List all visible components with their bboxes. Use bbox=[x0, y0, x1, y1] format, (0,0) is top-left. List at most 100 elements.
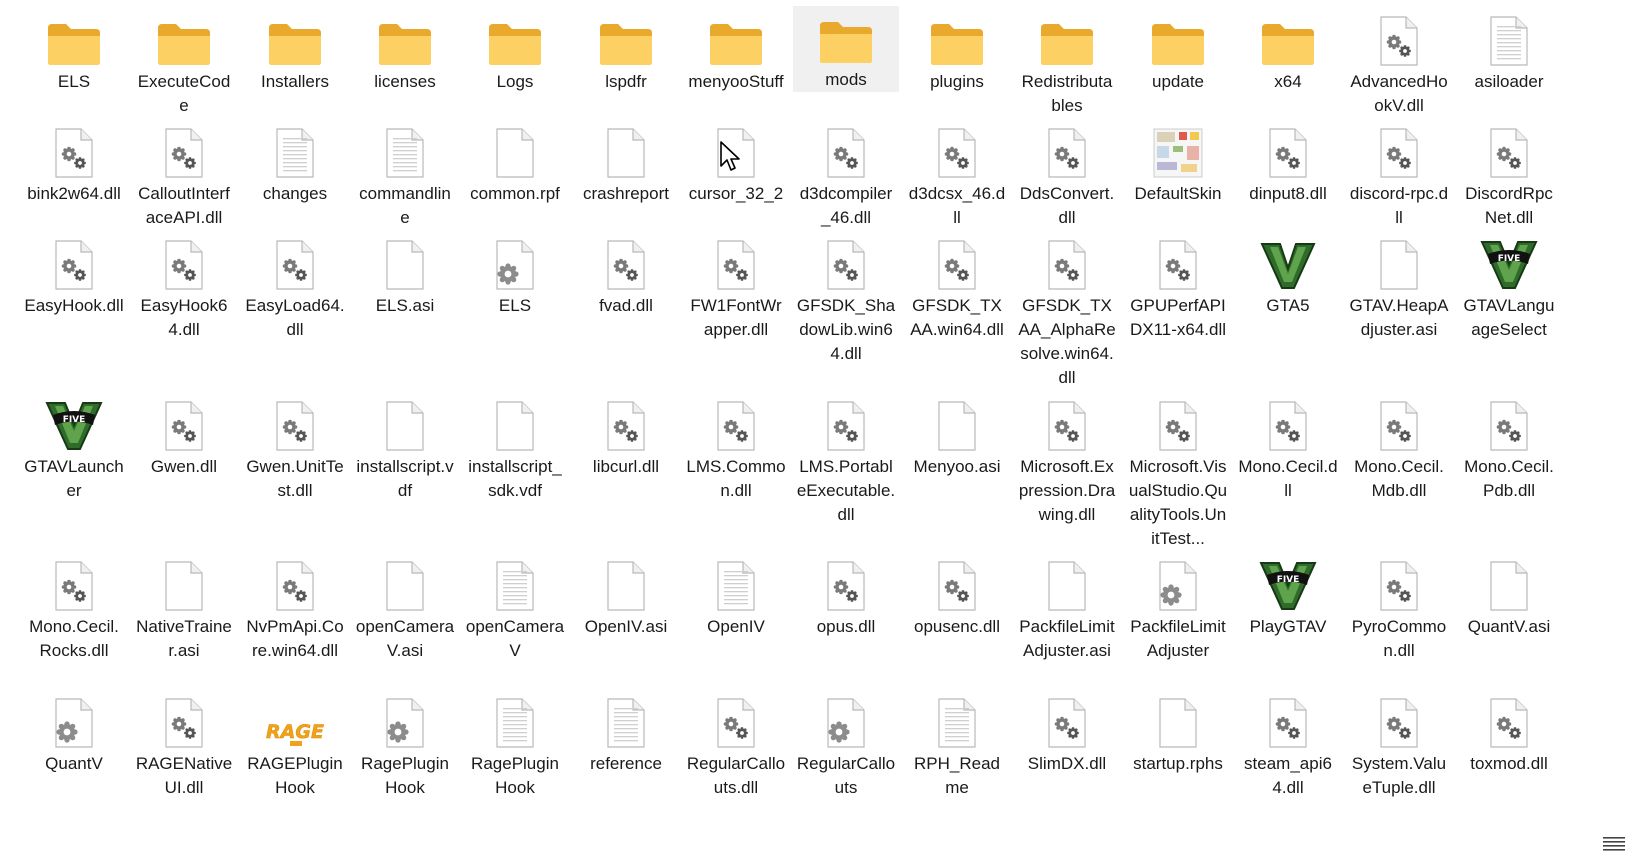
file-item[interactable]: DefaultSkin bbox=[1125, 118, 1231, 206]
file-item[interactable]: fvad.dll bbox=[573, 230, 679, 318]
file-item[interactable]: d3dcsx_46.dll bbox=[904, 118, 1010, 230]
file-item[interactable]: RagePluginHook bbox=[352, 688, 458, 800]
file-item[interactable]: x64 bbox=[1235, 6, 1341, 94]
file-item[interactable]: SlimDX.dll bbox=[1014, 688, 1120, 776]
details-view-toggle-icon[interactable] bbox=[1603, 836, 1625, 852]
file-item[interactable]: PackfileLimitAdjuster bbox=[1125, 551, 1231, 663]
file-item[interactable]: FIVE GTAVLanguageSelect bbox=[1456, 230, 1562, 342]
file-item[interactable]: Microsoft.VisualStudio.QualityTools.Unit… bbox=[1125, 391, 1231, 551]
file-item[interactable]: Gwen.UnitTest.dll bbox=[242, 391, 348, 503]
file-item[interactable]: discord-rpc.dll bbox=[1346, 118, 1452, 230]
file-item[interactable]: libcurl.dll bbox=[573, 391, 679, 479]
file-item[interactable]: LMS.Common.dll bbox=[683, 391, 789, 503]
file-item[interactable]: reference bbox=[573, 688, 679, 776]
file-item[interactable]: CalloutInterfaceAPI.dll bbox=[131, 118, 237, 230]
file-item[interactable]: RegularCallouts bbox=[793, 688, 899, 800]
file-item[interactable]: LMS.PortableExecutable.dll bbox=[793, 391, 899, 527]
file-item[interactable]: Mono.Cecil.Pdb.dll bbox=[1456, 391, 1562, 503]
dll-file-icon bbox=[1370, 12, 1428, 66]
file-item[interactable]: GTA5 bbox=[1235, 230, 1341, 318]
file-item[interactable]: installscript.vdf bbox=[352, 391, 458, 503]
file-item-label: Microsoft.VisualStudio.QualityTools.Unit… bbox=[1128, 457, 1228, 548]
file-item[interactable]: EasyHook.dll bbox=[21, 230, 127, 318]
file-item[interactable]: QuantV.asi bbox=[1456, 551, 1562, 639]
file-item[interactable]: OpenIV.asi bbox=[573, 551, 679, 639]
file-item[interactable]: GPUPerfAPIDX11-x64.dll bbox=[1125, 230, 1231, 342]
dll-file-icon bbox=[1259, 124, 1317, 178]
file-item[interactable]: toxmod.dll bbox=[1456, 688, 1562, 776]
file-item[interactable]: R Redistributables bbox=[1014, 6, 1120, 118]
file-item[interactable]: bink2w64.dll bbox=[21, 118, 127, 206]
file-item[interactable]: d3dcompiler_46.dll bbox=[793, 118, 899, 230]
file-item[interactable]: mods bbox=[793, 6, 899, 92]
file-item[interactable]: opusenc.dll bbox=[904, 551, 1010, 639]
file-item[interactable]: GTAV.HeapAdjuster.asi bbox=[1346, 230, 1452, 342]
file-item-label: CalloutInterfaceAPI.dll bbox=[138, 184, 230, 227]
file-item[interactable]: Gwen.dll bbox=[131, 391, 237, 479]
file-item[interactable]: steam_api64.dll bbox=[1235, 688, 1341, 800]
file-item[interactable]: update bbox=[1125, 6, 1231, 94]
file-item[interactable]: GFSDK_TXAA.win64.dll bbox=[904, 230, 1010, 342]
file-item[interactable]: AdvancedHookV.dll bbox=[1346, 6, 1452, 118]
file-item[interactable]: installscript_sdk.vdf bbox=[462, 391, 568, 503]
dll-file-icon bbox=[928, 124, 986, 178]
file-item[interactable]: RAGENativeUI.dll bbox=[131, 688, 237, 800]
file-item[interactable]: DiscordRpcNet.dll bbox=[1456, 118, 1562, 230]
file-item[interactable]: GFSDK_ShadowLib.win64.dll bbox=[793, 230, 899, 366]
file-item[interactable]: EasyHook64.dll bbox=[131, 230, 237, 342]
file-item[interactable]: R Installers bbox=[242, 6, 348, 94]
file-item[interactable]: RPH_Readme bbox=[904, 688, 1010, 800]
file-item[interactable]: asiloader bbox=[1456, 6, 1562, 94]
file-item-label: DiscordRpcNet.dll bbox=[1465, 184, 1553, 227]
file-item[interactable]: Logs bbox=[462, 6, 568, 94]
file-item[interactable]: PyroCommon.dll bbox=[1346, 551, 1452, 663]
file-item[interactable]: GFSDK_TXAA_AlphaResolve.win64.dll bbox=[1014, 230, 1120, 390]
file-item[interactable]: opus.dll bbox=[793, 551, 899, 639]
file-item-label: common.rpf bbox=[470, 184, 560, 203]
file-item[interactable]: plugins bbox=[904, 6, 1010, 94]
file-item[interactable]: FW1FontWrapper.dll bbox=[683, 230, 789, 342]
file-item[interactable]: PackfileLimitAdjuster.asi bbox=[1014, 551, 1120, 663]
dll-file-icon bbox=[1370, 557, 1428, 611]
file-item[interactable]: dinput8.dll bbox=[1235, 118, 1341, 206]
file-item[interactable]: menyooStuff bbox=[683, 6, 789, 94]
folder-icon bbox=[376, 12, 434, 66]
file-item[interactable]: licenses bbox=[352, 6, 458, 94]
gtav-five-logo-icon: FIVE bbox=[1480, 236, 1538, 290]
file-item[interactable]: RagePluginHook bbox=[462, 688, 568, 800]
file-item[interactable]: System.ValueTuple.dll bbox=[1346, 688, 1452, 800]
file-item[interactable]: Mono.Cecil.Mdb.dll bbox=[1346, 391, 1452, 503]
file-item[interactable]: Microsoft.Expression.Drawing.dll bbox=[1014, 391, 1120, 527]
file-item[interactable]: openCameraV bbox=[462, 551, 568, 663]
file-item[interactable]: E ExecuteCode bbox=[131, 6, 237, 118]
file-item[interactable]: commandline bbox=[352, 118, 458, 230]
text-file-icon bbox=[597, 694, 655, 748]
file-item[interactable]: OpenIV bbox=[683, 551, 789, 639]
file-item[interactable]: FIVE GTAVLauncher bbox=[21, 391, 127, 503]
file-item[interactable]: Menyoo.asi bbox=[904, 391, 1010, 479]
file-item-label: lspdfr bbox=[605, 72, 647, 91]
file-item[interactable]: common.rpf bbox=[462, 118, 568, 206]
file-item[interactable]: changes bbox=[242, 118, 348, 206]
file-item[interactable]: FIVE PlayGTAV bbox=[1235, 551, 1341, 639]
dll-file-icon bbox=[155, 694, 213, 748]
file-item[interactable]: startup.rphs bbox=[1125, 688, 1231, 776]
file-item[interactable]: ELS.asi bbox=[352, 230, 458, 318]
file-item[interactable]: NativeTrainer.asi bbox=[131, 551, 237, 663]
file-item[interactable]: crashreport bbox=[573, 118, 679, 206]
file-item[interactable]: RegularCallouts.dll bbox=[683, 688, 789, 800]
file-item[interactable]: cursor_32_2 bbox=[683, 118, 789, 206]
file-item[interactable]: QuantV bbox=[21, 688, 127, 776]
file-item[interactable]: ELS bbox=[21, 6, 127, 94]
file-item-label: asiloader bbox=[1474, 72, 1544, 91]
file-item[interactable]: openCameraV.asi bbox=[352, 551, 458, 663]
file-item[interactable]: lspdfr bbox=[573, 6, 679, 94]
file-item[interactable]: EasyLoad64.dll bbox=[242, 230, 348, 342]
file-item[interactable]: NvPmApi.Core.win64.dll bbox=[242, 551, 348, 663]
file-item[interactable]: Mono.Cecil.dll bbox=[1235, 391, 1341, 503]
file-item[interactable]: Mono.Cecil.Rocks.dll bbox=[21, 551, 127, 663]
file-item[interactable]: DdsConvert.dll bbox=[1014, 118, 1120, 230]
five-logo-text: FIVE bbox=[1498, 254, 1521, 264]
file-item[interactable]: ELS bbox=[462, 230, 568, 318]
file-item[interactable]: RAGE RAGEPluginHook bbox=[242, 688, 348, 800]
